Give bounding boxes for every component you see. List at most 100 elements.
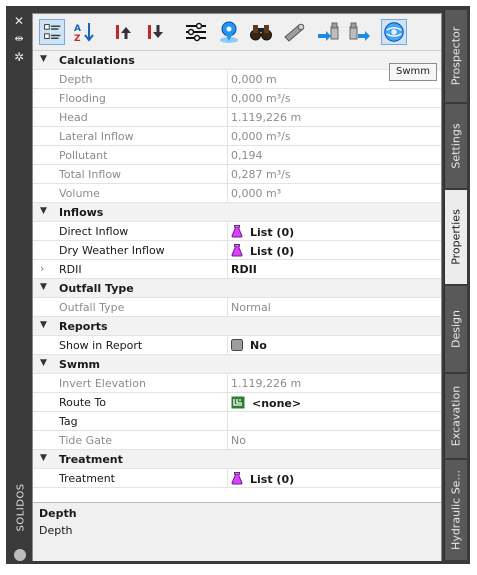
chevron-down-icon[interactable]: ▼ [40,320,47,330]
zoom-to-button[interactable] [248,19,274,45]
property-value: 1.119,226 m [231,377,302,390]
tab-label: Hydraulic Se... [449,470,463,550]
category-swmm[interactable]: ▼ Swmm [33,355,441,374]
tab-excavation[interactable]: Excavation [444,374,467,458]
tab-design[interactable]: Design [444,286,467,372]
property-row-head[interactable]: Head 1.119,226 m [33,108,441,127]
property-value-text: List (0) [250,473,295,486]
arrow-down-icon [148,25,163,39]
property-value: 0,000 m³ [231,187,282,200]
flask-icon [231,244,243,257]
category-label: Reports [59,320,108,333]
property-grid: ▼ Calculations Depth 0,000 m Flooding 0,00… [33,51,441,501]
export-button[interactable] [347,19,373,45]
chevron-down-icon[interactable]: ▼ [40,206,47,216]
property-row-show-in-report[interactable]: Show in Report No [33,336,441,355]
tab-label: Settings [449,123,463,169]
property-label: Pollutant [59,149,108,162]
svg-text:A: A [74,24,81,34]
property-value[interactable]: List (0) [231,472,294,486]
sort-az-icon: AZ [74,23,94,44]
description-title: Depth [39,507,77,520]
chevron-down-icon[interactable]: ▼ [40,282,47,292]
category-outfall-type[interactable]: ▼ Outfall Type [33,279,441,298]
property-label: Route To [59,396,107,409]
property-label: Dry Weather Inflow [59,244,165,257]
pin-icon[interactable]: ⇹ [6,32,32,46]
category-label: Swmm [59,358,101,371]
property-value[interactable]: <none> [231,396,301,410]
adjust-button[interactable] [183,19,209,45]
description-pane: Depth Depth [33,502,441,561]
chevron-down-icon[interactable]: ▼ [40,453,47,463]
property-row-rdii[interactable]: › RDII RDII [33,260,441,279]
flask-icon [231,472,243,485]
category-calculations[interactable]: ▼ Calculations [33,51,441,70]
property-label: Head [59,111,88,124]
property-value: 0,000 m³/s [231,92,291,105]
tab-properties[interactable]: Properties [444,190,467,284]
category-label: Outfall Type [59,282,134,295]
alphabetical-sort-button[interactable]: AZ [71,19,97,45]
category-label: Inflows [59,206,104,219]
property-row-volume[interactable]: Volume 0,000 m³ [33,184,441,203]
locate-button[interactable] [216,19,242,45]
category-label: Treatment [59,453,123,466]
property-value: 1.119,226 m [231,111,302,124]
property-label: Volume [59,187,100,200]
settings-icon[interactable]: ✲ [6,50,32,64]
tab-settings[interactable]: Settings [444,104,467,188]
property-row-total-inflow[interactable]: Total Inflow 0,287 m³/s [33,165,441,184]
category-label: Calculations [59,54,135,67]
swmm-button[interactable] [381,19,407,45]
property-label: Show in Report [59,339,143,352]
category-treatment[interactable]: ▼ Treatment [33,450,441,469]
tab-prospector[interactable]: Prospector [444,10,467,102]
property-row-outfall-type[interactable]: Outfall Type Normal [33,298,441,317]
import-icon [318,22,339,41]
move-down-button[interactable] [143,19,169,45]
property-label: Flooding [59,92,106,105]
move-up-button[interactable] [111,19,137,45]
property-label: Direct Inflow [59,225,129,238]
property-row-flooding[interactable]: Flooding 0,000 m³/s [33,89,441,108]
property-row-treatment[interactable]: Treatment List (0) [33,469,441,488]
pipe-button[interactable] [281,19,307,45]
property-row-route-to[interactable]: Route To <none> [33,393,441,412]
chevron-down-icon[interactable]: ▼ [40,358,47,368]
property-label: Tide Gate [59,434,113,447]
property-row-pollutant[interactable]: Pollutant 0,194 [33,146,441,165]
tab-label: Prospector [449,26,463,86]
chevron-down-icon[interactable]: ▼ [40,54,47,64]
property-row-tide-gate[interactable]: Tide Gate No [33,431,441,450]
category-reports[interactable]: ▼ Reports [33,317,441,336]
sliders-icon [186,22,206,42]
property-label: Outfall Type [59,301,125,314]
export-icon [349,22,370,41]
palette-title-bar: ✕ ⇹ ✲ SOLIDOS [6,6,32,564]
chevron-right-icon[interactable]: › [40,262,44,275]
property-value[interactable]: No [231,339,267,352]
property-value[interactable]: List (0) [231,225,294,239]
property-value-text: <none> [252,397,302,410]
property-row-direct-inflow[interactable]: Direct Inflow List (0) [33,222,441,241]
import-button[interactable] [315,19,341,45]
property-row-invert-elevation[interactable]: Invert Elevation 1.119,226 m [33,374,441,393]
property-row-dry-weather-inflow[interactable]: Dry Weather Inflow List (0) [33,241,441,260]
property-row-lateral-inflow[interactable]: Lateral Inflow 0,000 m³/s [33,127,441,146]
property-value[interactable]: RDII [231,263,257,276]
property-row-depth[interactable]: Depth 0,000 m [33,70,441,89]
close-icon[interactable]: ✕ [6,14,32,28]
app-logo-icon [14,549,26,561]
flask-icon [231,225,243,238]
property-value[interactable]: List (0) [231,244,294,258]
category-inflows[interactable]: ▼ Inflows [33,203,441,222]
list-icon [44,24,61,39]
swmm-tooltip: Swmm [389,63,437,81]
property-row-tag[interactable]: Tag [33,412,441,431]
tab-hydraulic-se[interactable]: Hydraulic Se... [444,460,467,560]
property-label: RDII [59,263,82,276]
property-label: Invert Elevation [59,377,146,390]
categorized-view-button[interactable] [39,19,65,45]
checkbox-icon[interactable] [231,339,243,351]
